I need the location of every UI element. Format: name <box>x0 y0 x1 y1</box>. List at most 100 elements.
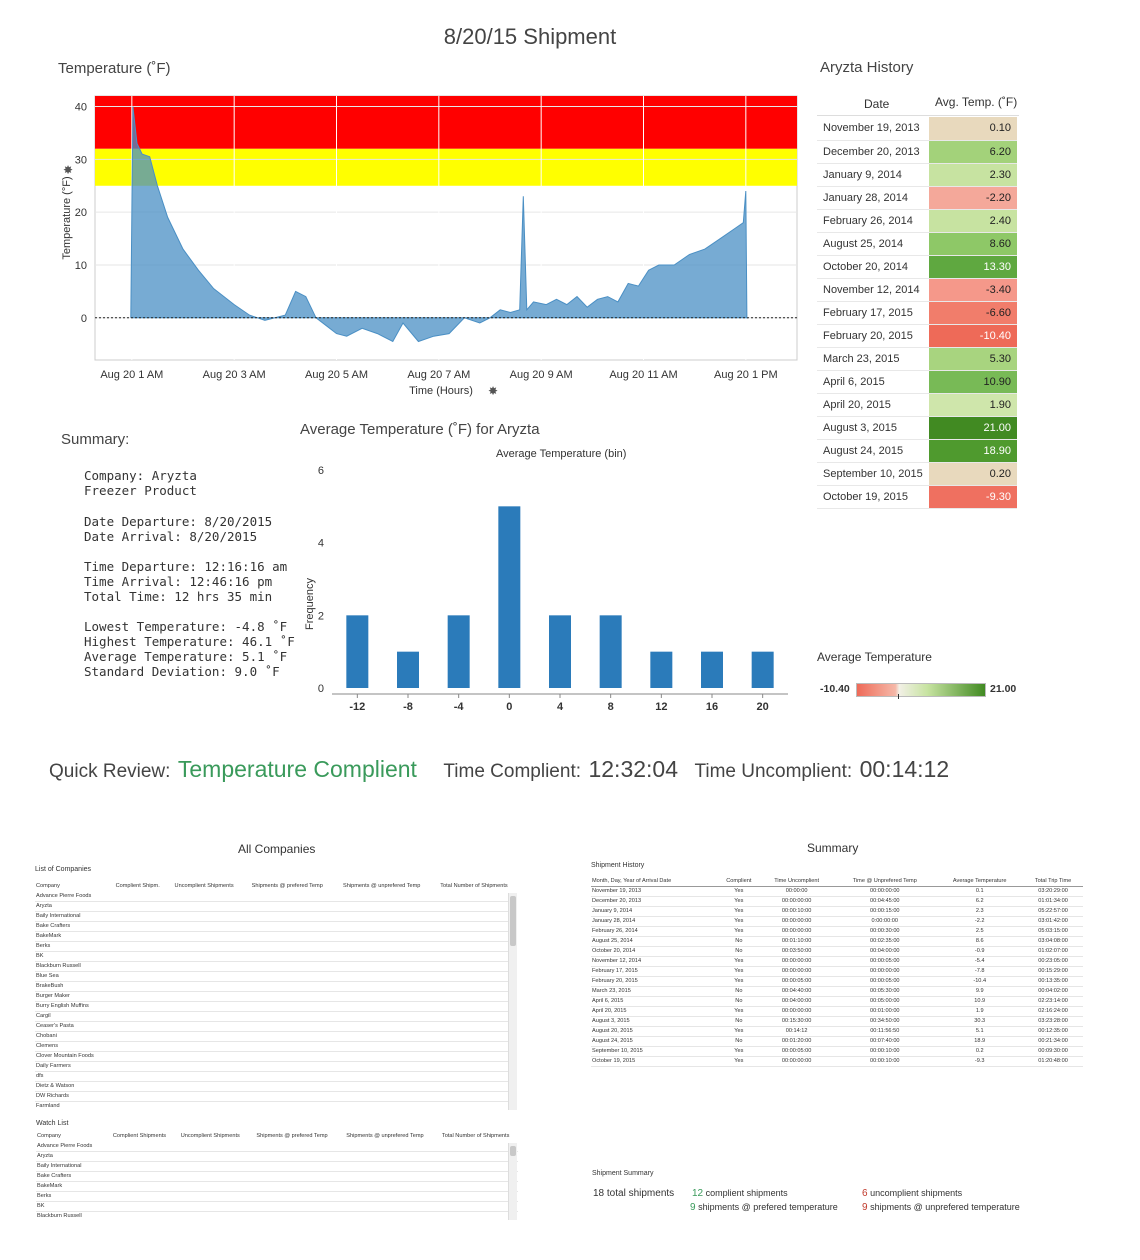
temperature-area-chart[interactable]: 40 30 20 10 0 Aug 20 1 AM Aug 20 3 AM Aug 20 5 … <box>50 80 810 430</box>
history-row[interactable]: April 20, 2015 1.90 <box>817 393 1017 417</box>
table-row[interactable]: Chobani <box>35 1031 517 1042</box>
column-header[interactable]: Shipments @ prefered Temp <box>242 881 333 891</box>
table-row[interactable]: February 26, 2014 Yes 00:00:00:00 00:00:30:… <box>591 926 1083 937</box>
column-header[interactable]: Company <box>35 881 109 891</box>
table-row[interactable]: BakeMark <box>36 1181 518 1192</box>
table-row[interactable]: Baily International <box>36 1161 518 1172</box>
hist-bar-16[interactable] <box>701 651 723 688</box>
table-row[interactable]: Ceaser's Pasta <box>35 1021 517 1032</box>
column-header[interactable]: Total Number of Shipments <box>433 1131 518 1141</box>
column-header[interactable]: Time @ Unprefered Temp <box>833 876 937 887</box>
history-row[interactable]: August 3, 2015 21.00 <box>817 416 1017 440</box>
table-row[interactable]: dfs <box>35 1071 517 1082</box>
table-row[interactable]: Baily International <box>35 911 517 922</box>
table-row[interactable]: Bake Crafters <box>36 1171 518 1182</box>
table-row[interactable]: November 12, 2014 Yes 00:00:00:00 00:00:05:… <box>591 956 1083 967</box>
hist-bar-12[interactable] <box>650 651 673 688</box>
table-row[interactable]: February 20, 2015 Yes 00:00:05:00 00:00:05:… <box>591 976 1083 987</box>
column-header[interactable]: Month, Day, Year of Arrival Date <box>591 876 718 887</box>
table-row[interactable]: BrakeBush <box>35 981 517 992</box>
hist-bar--8[interactable] <box>397 651 419 688</box>
column-header[interactable]: Shipments @ unprefered Temp <box>333 881 431 891</box>
hist-bar-8[interactable] <box>599 615 622 688</box>
history-row[interactable]: February 26, 2014 2.40 <box>817 209 1017 233</box>
table-row[interactable]: December 20, 2013 Yes 00:00:00:00 00:04:45:… <box>591 896 1083 907</box>
hist-bar--4[interactable] <box>447 615 470 688</box>
x-pin-icon[interactable]: ✸ <box>488 384 498 398</box>
table-row[interactable]: September 10, 2015 Yes 00:00:05:00 00:00:10… <box>591 1046 1083 1057</box>
hist-bar-0[interactable] <box>498 506 521 688</box>
table-row[interactable]: Farmland <box>35 1101 517 1110</box>
table-row[interactable]: Burry English Muffins <box>35 1001 517 1012</box>
histogram-chart[interactable]: 6420-12 -8 -4 0 4 8 12 16 20Frequency <box>296 458 796 718</box>
table-row[interactable]: Blackburn Russell <box>35 961 517 972</box>
column-header[interactable]: Complient <box>717 876 761 887</box>
table-row[interactable]: Blackburn Russell <box>36 1211 518 1221</box>
table-row[interactable]: Advance Pierre Foods <box>35 891 517 902</box>
watch-list-scrollbar[interactable] <box>508 1143 517 1220</box>
history-row[interactable]: January 28, 2014 -2.20 <box>817 186 1017 210</box>
table-row[interactable]: August 25, 2014 No 00:01:10:00 00:02:35:00 8… <box>591 936 1083 947</box>
table-row[interactable]: Advance Pierre Foods <box>36 1141 518 1152</box>
table-row[interactable]: Burger Maker <box>35 991 517 1002</box>
history-row[interactable]: November 12, 2014 -3.40 <box>817 278 1017 302</box>
column-header[interactable]: Uncomplient Shipments <box>173 1131 247 1141</box>
company-list-scroll-thumb[interactable] <box>510 896 516 946</box>
hist-bar-20[interactable] <box>751 651 774 688</box>
column-header[interactable]: Company <box>36 1131 106 1141</box>
table-row[interactable]: BK <box>36 1201 518 1212</box>
table-row[interactable]: August 3, 2015 No 00:15:30:00 00:34:50:00 30… <box>591 1016 1083 1027</box>
table-row[interactable]: August 24, 2015 No 00:01:20:00 00:07:40:00 1… <box>591 1036 1083 1047</box>
y-pin-icon[interactable]: ✸ <box>63 163 73 177</box>
table-row[interactable]: November 19, 2013 Yes 00:00:00 00:00:00:00 0… <box>591 886 1083 897</box>
company-list[interactable]: Company Complient Shipm. Uncomplient Shipm… <box>35 881 517 1110</box>
history-row[interactable]: September 10, 2015 0.20 <box>817 462 1017 486</box>
table-row[interactable]: February 17, 2015 Yes 00:00:00:00 00:00:00:… <box>591 966 1083 977</box>
table-row[interactable]: Aryzta <box>35 901 517 912</box>
history-row[interactable]: December 20, 2013 6.20 <box>817 140 1017 164</box>
table-row[interactable]: April 6, 2015 No 00:04:00:00 00:05:00:00 10.… <box>591 996 1083 1007</box>
history-row[interactable]: April 6, 2015 10.90 <box>817 370 1017 394</box>
table-row[interactable]: Dietz & Watson <box>35 1081 517 1092</box>
column-header[interactable]: Complient Shipments <box>106 1131 173 1141</box>
table-row[interactable]: Berks <box>36 1191 518 1202</box>
table-row[interactable]: April 20, 2015 Yes 00:00:00:00 00:01:00:00 1… <box>591 1006 1083 1017</box>
table-row[interactable]: March 23, 2015 No 00:04:40:00 00:05:30:00 9.… <box>591 986 1083 997</box>
column-header[interactable]: Total Trip Time <box>1023 876 1083 887</box>
table-row[interactable]: Cargil <box>35 1011 517 1022</box>
table-row[interactable]: October 19, 2015 Yes 00:00:00:00 00:00:10:0… <box>591 1056 1083 1067</box>
history-row[interactable]: August 24, 2015 18.90 <box>817 439 1017 463</box>
column-header[interactable]: Shipments @ unprefered Temp <box>337 1131 434 1141</box>
hist-bar-4[interactable] <box>549 615 571 688</box>
table-row[interactable]: BakeMark <box>35 931 517 942</box>
column-header[interactable]: Total Number of Shipments <box>431 881 517 891</box>
table-row[interactable]: BK <box>35 951 517 962</box>
table-row[interactable]: DW Richards <box>35 1091 517 1102</box>
company-list-scrollbar[interactable] <box>508 893 517 1110</box>
table-row[interactable]: August 20, 2015 Yes 00:14:12 00:11:56:50 5.1… <box>591 1026 1083 1037</box>
history-row[interactable]: October 20, 2014 13.30 <box>817 255 1017 279</box>
watch-list[interactable]: Company Complient Shipments Uncomplient Sh… <box>36 1131 518 1221</box>
table-row[interactable]: Clemens <box>35 1041 517 1052</box>
hist-bar--12[interactable] <box>346 615 369 688</box>
table-row[interactable]: January 28, 2014 Yes 00:00:00:00 0:00:00:00… <box>591 916 1083 927</box>
table-row[interactable]: Clover Mountain Foods <box>35 1051 517 1062</box>
history-row[interactable]: January 9, 2014 2.30 <box>817 163 1017 187</box>
table-row[interactable]: Aryzta <box>36 1151 518 1162</box>
column-header[interactable]: Complient Shipm. <box>109 881 166 891</box>
column-header[interactable]: Time Uncomplient <box>760 876 834 887</box>
history-row[interactable]: March 23, 2015 5.30 <box>817 347 1017 371</box>
history-row[interactable]: November 19, 2013 0.10 <box>817 117 1017 141</box>
column-header[interactable]: Shipments @ prefered Temp <box>247 1131 336 1141</box>
table-row[interactable]: Blue Sea <box>35 971 517 982</box>
column-header[interactable]: Average Temperature <box>936 876 1024 887</box>
watch-list-scroll-thumb[interactable] <box>510 1146 516 1156</box>
history-row[interactable]: October 19, 2015 -9.30 <box>817 485 1017 509</box>
table-row[interactable]: January 9, 2014 Yes 00:00:10:00 00:00:15:00… <box>591 906 1083 917</box>
column-header[interactable]: Uncomplient Shipments <box>166 881 242 891</box>
table-row[interactable]: Bake Crafters <box>35 921 517 932</box>
table-row[interactable]: Daily Farmers <box>35 1061 517 1072</box>
table-row[interactable]: Berks <box>35 941 517 952</box>
history-row[interactable]: February 20, 2015 -10.40 <box>817 324 1017 348</box>
history-row[interactable]: February 17, 2015 -6.60 <box>817 301 1017 325</box>
